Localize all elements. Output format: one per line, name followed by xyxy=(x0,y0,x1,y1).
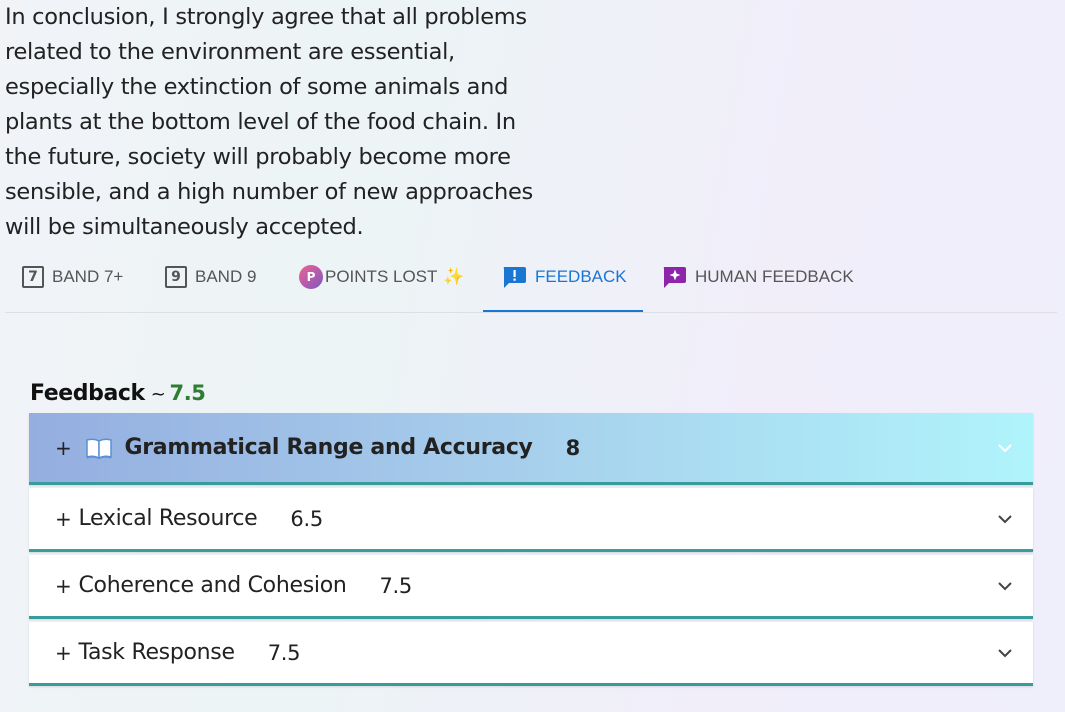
feedback-title: Feedback xyxy=(30,381,145,406)
criterion-name: Grammatical Range and Accuracy xyxy=(124,435,533,460)
tab-band-9[interactable]: 9 BAND 9 xyxy=(165,255,256,299)
band-7-icon: 7 xyxy=(22,266,44,288)
tab-label: FEEDBACK xyxy=(535,267,627,286)
essay-line: related to the environment are essential… xyxy=(5,39,455,65)
human-feedback-icon xyxy=(661,265,687,289)
tab-label: BAND 9 xyxy=(195,267,257,286)
criterion-header: + Coherence and Cohesion 7.5 xyxy=(55,555,412,616)
essay-line: plants at the bottom level of the food c… xyxy=(5,109,516,135)
plus-icon: + xyxy=(55,640,72,665)
tab-feedback[interactable]: FEEDBACK xyxy=(501,255,627,299)
essay-line: especially the extinction of some animal… xyxy=(5,74,509,100)
criterion-header: + Lexical Resource 6.5 xyxy=(55,488,323,549)
points-lost-icon: P xyxy=(299,265,323,289)
criterion-lexical-resource[interactable]: + Lexical Resource 6.5 xyxy=(29,488,1033,552)
feedback-heading: Feedback ~7.5 xyxy=(30,381,206,406)
book-icon xyxy=(86,437,113,459)
criterion-score: 8 xyxy=(565,435,581,460)
tab-points-lost[interactable]: P POINTS LOST ✨ xyxy=(299,255,465,299)
criterion-name: Coherence and Cohesion xyxy=(78,573,347,598)
tab-label: POINTS LOST xyxy=(325,267,438,286)
plus-icon: + xyxy=(55,506,72,531)
sparkle-icon: ✨ xyxy=(443,267,465,286)
criteria-accordion: + Grammatical Range and Accuracy 8 + Lex… xyxy=(29,413,1033,689)
plus-icon: + xyxy=(55,435,72,460)
tab-label: HUMAN FEEDBACK xyxy=(695,267,854,286)
tab-band-7[interactable]: 7 BAND 7+ xyxy=(22,255,123,299)
essay-line: sensible, and a high number of new appro… xyxy=(5,179,533,205)
criterion-coherence-cohesion[interactable]: + Coherence and Cohesion 7.5 xyxy=(29,555,1033,619)
criterion-grammatical-range[interactable]: + Grammatical Range and Accuracy 8 xyxy=(29,413,1033,485)
criterion-score: 7.5 xyxy=(267,640,301,665)
essay-line: In conclusion, I strongly agree that all… xyxy=(5,4,527,30)
plus-icon: + xyxy=(55,573,72,598)
overall-score: 7.5 xyxy=(169,381,206,405)
feedback-icon xyxy=(501,265,527,289)
tab-bar: 7 BAND 7+ 9 BAND 9 P POINTS LOST ✨ FEEDB… xyxy=(0,255,1065,313)
tab-label: BAND 7+ xyxy=(52,267,124,286)
tabs-divider xyxy=(5,312,1057,313)
criterion-name: Task Response xyxy=(78,640,235,665)
criterion-header: + Grammatical Range and Accuracy 8 xyxy=(55,413,580,482)
criterion-score: 6.5 xyxy=(290,506,323,531)
criterion-header: + Task Response 7.5 xyxy=(55,622,300,683)
criterion-score: 7.5 xyxy=(379,573,413,598)
chevron-down-icon[interactable] xyxy=(997,514,1013,524)
essay-paragraph: In conclusion, I strongly agree that all… xyxy=(5,0,565,245)
feedback-separator: ~ xyxy=(150,384,166,405)
band-9-icon: 9 xyxy=(165,266,187,288)
chevron-down-icon[interactable] xyxy=(997,443,1013,453)
criterion-name: Lexical Resource xyxy=(78,506,258,531)
chevron-down-icon[interactable] xyxy=(997,648,1013,658)
essay-line: will be simultaneously accepted. xyxy=(5,214,364,240)
essay-line: the future, society will probably become… xyxy=(5,144,511,170)
criterion-task-response[interactable]: + Task Response 7.5 xyxy=(29,622,1033,686)
chevron-down-icon[interactable] xyxy=(997,581,1013,591)
tab-human-feedback[interactable]: HUMAN FEEDBACK xyxy=(661,255,854,299)
